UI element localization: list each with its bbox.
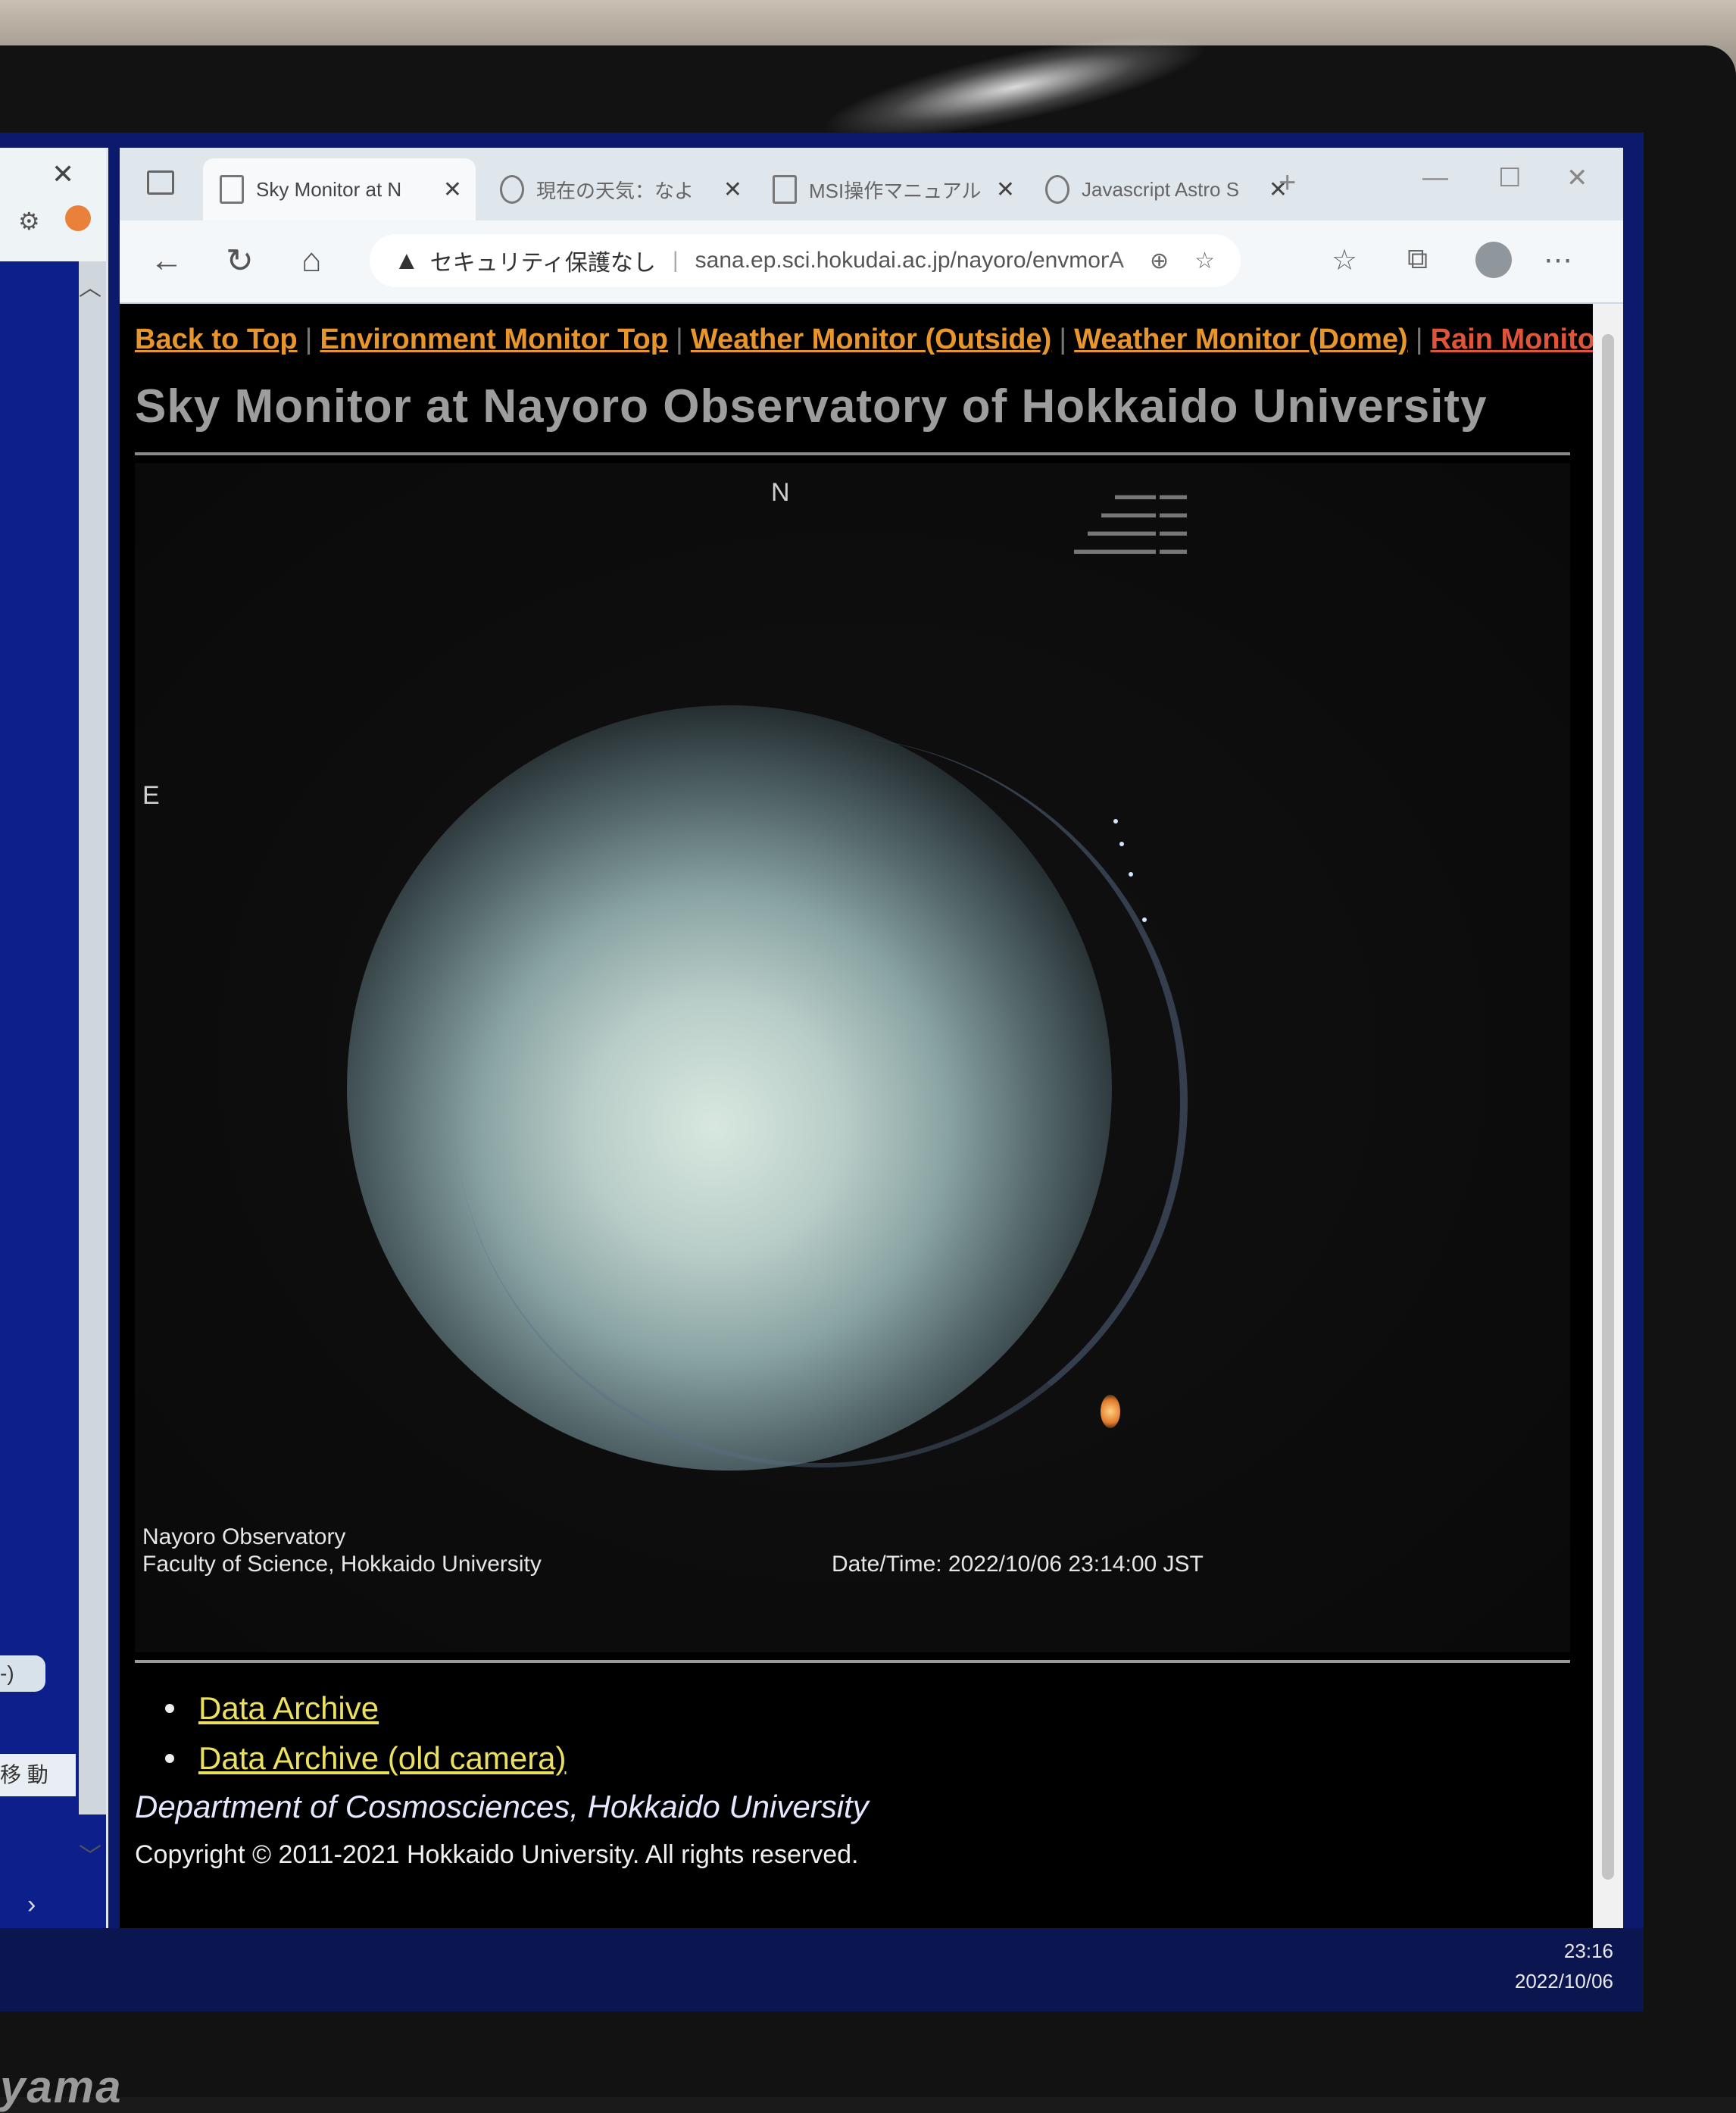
taskbar: 23:16 2022/10/06 — [0, 1928, 1644, 2011]
archive-links: Data Archive Data Archive (old camera) — [165, 1690, 567, 1790]
caption-faculty: Faculty of Science, Hokkaido University — [142, 1552, 542, 1577]
read-aloud-icon[interactable]: A — [1109, 248, 1124, 274]
desktop-screen: ✕ ⚙ ︿ ﹀ -) 移 動 › Sky Monitor at N ✕ 現在の天… — [0, 133, 1644, 2011]
star-point — [1142, 917, 1147, 922]
refresh-icon[interactable]: ↻ — [226, 242, 254, 280]
caption-observatory: Nayoro Observatory — [142, 1524, 346, 1549]
close-icon[interactable]: ✕ — [52, 158, 74, 190]
nav-link-weather-outside[interactable]: Weather Monitor (Outside) — [691, 324, 1051, 355]
nav-link-rain-monitor[interactable]: Rain Monitor — [1431, 324, 1606, 355]
zoom-icon[interactable]: ⊕ — [1150, 248, 1169, 274]
nav-link-back-to-top[interactable]: Back to Top — [135, 324, 298, 355]
compass-east-label: E — [142, 781, 160, 810]
chevron-down-icon[interactable]: ﹀ — [79, 1837, 101, 1871]
page-icon — [220, 175, 244, 204]
horizon-light — [1101, 1395, 1120, 1428]
image-datetime: Date/Time: 2022/10/06 23:14:00 JST — [832, 1552, 1204, 1577]
left-window-titlebar: ✕ ⚙ — [0, 148, 106, 261]
new-tab-icon[interactable]: + — [1279, 166, 1296, 200]
clock-date: 2022/10/06 — [1514, 1970, 1613, 1993]
security-status[interactable]: セキュリティ保護なし — [430, 244, 656, 277]
nav-link-environment-monitor[interactable]: Environment Monitor Top — [320, 324, 668, 355]
minimize-icon[interactable]: — — [1422, 163, 1448, 192]
tab-msi-manual[interactable]: MSI操作マニュアル ✕ — [756, 158, 1029, 220]
data-archive-old-camera-link[interactable]: Data Archive (old camera) — [198, 1740, 567, 1777]
more-options-icon[interactable]: ⋯ — [1544, 243, 1572, 277]
chevron-up-icon[interactable]: ︿ — [79, 269, 101, 302]
nav-separator: | — [1059, 324, 1067, 355]
nav-separator: | — [676, 324, 683, 355]
top-navigation: Back to Top | Environment Monitor Top | Weat… — [135, 324, 1606, 356]
tab-bar: Sky Monitor at N ✕ 現在の天気：なよ ✕ MSI操作マニュアル… — [120, 148, 1623, 220]
data-archive-link[interactable]: Data Archive — [198, 1690, 379, 1727]
close-icon[interactable]: ✕ — [996, 177, 1015, 203]
nav-separator: | — [1415, 324, 1423, 355]
warning-icon[interactable]: ▲ — [394, 246, 420, 276]
star-point — [1119, 842, 1124, 846]
tab-title: MSI操作マニュアル — [809, 179, 982, 202]
monitor-brand-logo: yama — [0, 2061, 123, 2112]
camera-settings-overlay: ▬▬▬ ▬▬ ▬▬▬▬ ▬▬ ▬▬▬▬▬ ▬▬ ▬▬▬▬▬▬ ▬▬ — [1074, 487, 1188, 557]
nav-link-weather-dome[interactable]: Weather Monitor (Dome) — [1074, 324, 1408, 355]
page-title: Sky Monitor at Nayoro Observatory of Hok… — [135, 380, 1488, 433]
clock-time: 23:16 — [1563, 1940, 1613, 1962]
taskbar-clock[interactable]: 23:16 2022/10/06 — [1515, 1936, 1613, 1996]
back-arrow-icon[interactable]: ← — [150, 242, 183, 280]
collections-icon[interactable]: ⧉ — [1407, 243, 1428, 276]
maximize-icon[interactable]: ☐ — [1498, 163, 1521, 193]
divider — [135, 452, 1570, 455]
list-item: Data Archive (old camera) — [165, 1740, 567, 1777]
tab-title: Sky Monitor at N — [256, 177, 402, 201]
left-window-move-label: 移 動 — [0, 1754, 76, 1796]
tab-title: Javascript Astro S — [1082, 177, 1240, 201]
tab-sky-monitor[interactable]: Sky Monitor at N ✕ — [203, 158, 476, 220]
browser-window: Sky Monitor at N ✕ 現在の天気：なよ ✕ MSI操作マニュアル… — [120, 148, 1623, 1928]
url-text[interactable]: sana.ep.sci.hokudai.ac.jp/nayoro/envmon/… — [695, 248, 1109, 274]
image-caption: Nayoro Observatory Faculty of Science, H… — [142, 1524, 542, 1578]
scrollbar-thumb[interactable] — [1602, 334, 1614, 1880]
tab-weather[interactable]: 現在の天気：なよ ✕ — [483, 158, 756, 220]
list-item: Data Archive — [165, 1690, 567, 1727]
address-toolbar: ← ↻ ⌂ ▲ セキュリティ保護なし | sana.ep.sci.hokudai… — [120, 220, 1623, 304]
address-separator: | — [672, 248, 679, 273]
favorites-icon[interactable]: ☆ — [1332, 243, 1357, 277]
smiley-icon[interactable] — [65, 205, 91, 231]
left-window-button[interactable]: -) — [0, 1655, 45, 1692]
page-scrollbar[interactable] — [1593, 304, 1623, 1928]
left-background-window[interactable]: ✕ ⚙ ︿ ﹀ -) 移 動 › — [0, 148, 108, 1928]
close-window-icon[interactable]: ✕ — [1566, 163, 1588, 193]
tab-actions-icon[interactable] — [147, 170, 174, 195]
bullet-icon — [165, 1754, 174, 1763]
department-name: Department of Cosmosciences, Hokkaido Un… — [135, 1789, 869, 1824]
page-content: Back to Top | Environment Monitor Top | Weat… — [120, 304, 1606, 1928]
compass-north-label: N — [771, 478, 790, 507]
bullet-icon — [165, 1704, 174, 1713]
lens-edge — [453, 736, 1188, 1468]
tab-title: 現在の天気：なよ — [536, 179, 695, 202]
star-point — [1129, 872, 1133, 877]
cloud-icon — [1045, 175, 1069, 204]
close-icon[interactable]: ✕ — [443, 177, 462, 203]
tab-javascript-astro[interactable]: Javascript Astro S ✕ — [1029, 158, 1301, 220]
nav-separator: | — [304, 324, 313, 355]
favorite-add-icon[interactable]: ☆ — [1194, 248, 1215, 274]
chevron-right-icon[interactable]: › — [27, 1890, 36, 1920]
page-icon — [773, 175, 797, 204]
close-icon[interactable]: ✕ — [723, 177, 742, 203]
address-bar[interactable]: ▲ セキュリティ保護なし | sana.ep.sci.hokudai.ac.jp… — [370, 234, 1241, 287]
home-icon[interactable]: ⌂ — [301, 242, 322, 280]
sky-monitor-image: ▬▬▬ ▬▬ ▬▬▬▬ ▬▬ ▬▬▬▬▬ ▬▬ ▬▬▬▬▬▬ ▬▬ N E Nayor… — [135, 463, 1570, 1652]
left-window-scrollbar[interactable] — [79, 261, 106, 1814]
copyright-notice: Copyright © 2011-2021 Hokkaido Universit… — [135, 1840, 859, 1869]
profile-avatar[interactable] — [1475, 242, 1512, 278]
star-point — [1113, 819, 1118, 824]
divider — [135, 1660, 1570, 1663]
weather-icon — [500, 175, 524, 204]
gear-icon[interactable]: ⚙ — [18, 207, 40, 236]
